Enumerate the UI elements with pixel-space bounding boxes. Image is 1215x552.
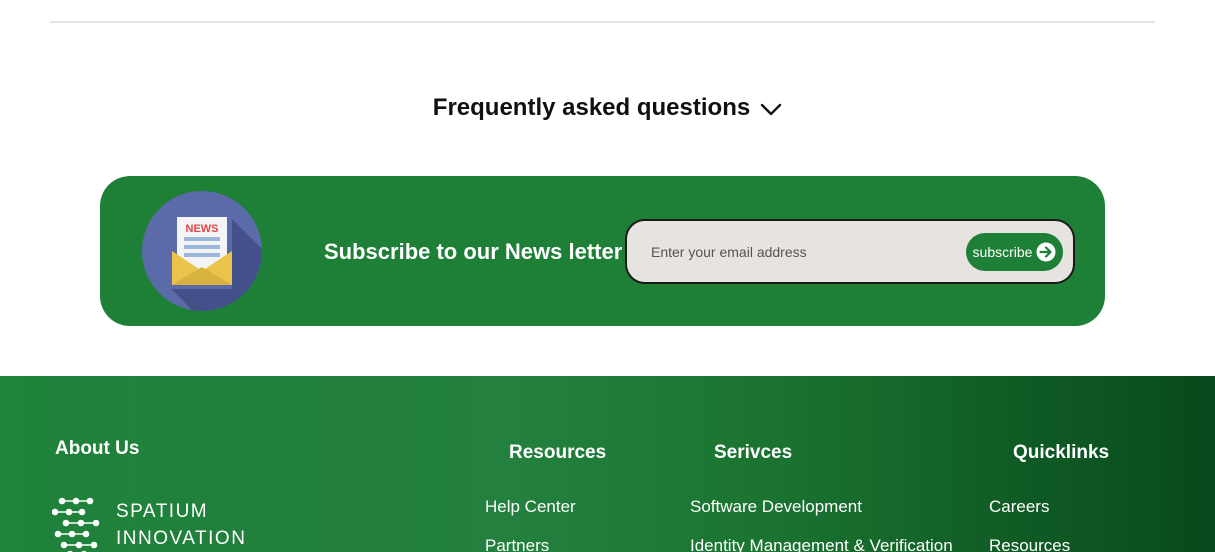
newsletter-title: Subscribe to our News letter: [324, 239, 623, 264]
footer-link-careers[interactable]: Careers: [989, 497, 1049, 517]
site-footer: About Us SPATIUM INNOVATION Resources He…: [0, 376, 1215, 552]
page: Frequently asked questions NEWS Subscrib…: [0, 0, 1215, 552]
chevron-down-icon: [761, 103, 782, 116]
footer-link-resources[interactable]: Resources: [989, 536, 1070, 552]
arrow-right-circle-icon: [1036, 242, 1056, 262]
newsletter-banner: NEWS Subscribe to our News letter subscr…: [100, 176, 1105, 326]
logo-line-2: INNOVATION: [116, 528, 247, 549]
footer-link-software-development[interactable]: Software Development: [690, 497, 862, 517]
spatium-logo-icon: [52, 497, 100, 552]
faq-title: Frequently asked questions: [432, 94, 751, 121]
logo-text: SPATIUM INNOVATION: [116, 498, 246, 552]
news-icon-label: NEWS: [186, 223, 219, 235]
footer-link-partners[interactable]: Partners: [485, 536, 549, 552]
subscribe-button[interactable]: subscribe: [966, 233, 1063, 271]
section-divider: [50, 21, 1155, 23]
newsletter-form: subscribe: [625, 219, 1075, 284]
faq-toggle[interactable]: Frequently asked questions: [0, 94, 1215, 122]
footer-quicklinks-title: Quicklinks: [1013, 442, 1110, 463]
company-logo[interactable]: SPATIUM INNOVATION: [52, 496, 246, 552]
email-input[interactable]: [651, 235, 951, 269]
footer-link-identity-management[interactable]: Identity Management & Verification: [690, 536, 953, 552]
footer-link-help-center[interactable]: Help Center: [485, 497, 576, 517]
newsletter-envelope-icon: NEWS: [142, 191, 262, 311]
footer-resources-title: Resources: [509, 442, 607, 463]
footer-services-title: Serivces: [714, 442, 793, 463]
footer-about-title: About Us: [55, 438, 140, 459]
logo-line-1: SPATIUM: [116, 501, 209, 522]
subscribe-label: subscribe: [972, 244, 1033, 260]
